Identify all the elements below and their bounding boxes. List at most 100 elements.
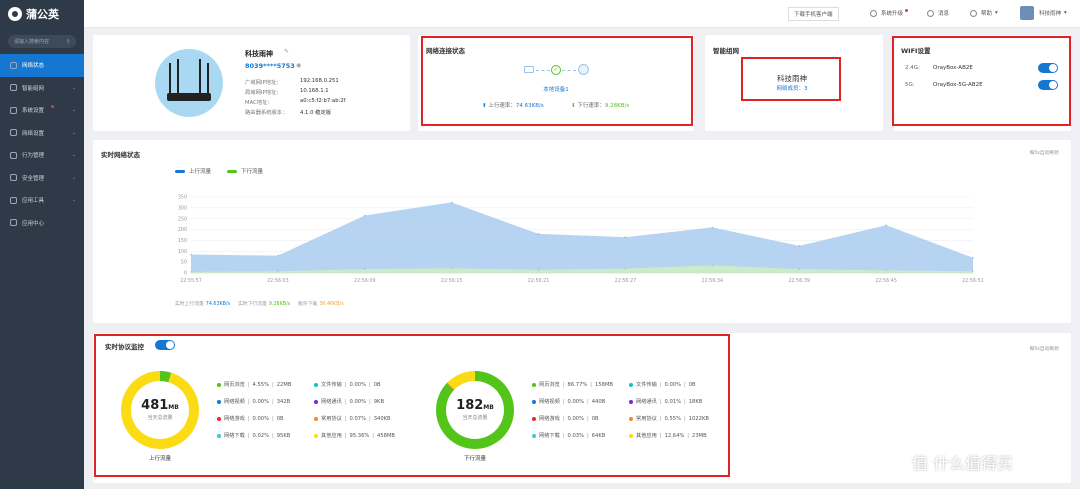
footer-stat: 实时上行流量 74.63KB/s [175,300,230,307]
footer-stat-label: 额外下载 [298,302,318,307]
sidebar-item-0[interactable]: 网络状态 [0,54,84,77]
sidebar-item-label: 应用工具 [22,198,45,205]
device-field-value: a0:c5:f2:b7:ab:2f [300,98,346,104]
y-tick-label: 200 [178,227,187,233]
nav-icon [10,84,17,92]
sidebar-item-6[interactable]: 应用工具 ⌄ [0,189,84,212]
chevron-down-icon: ⌄ [71,152,76,159]
x-tick-label: 22:56:51 [962,278,984,284]
data-point [885,269,887,272]
y-tick-label: 100 [178,249,187,255]
device-field-value: 4.1.0 稳定版 [300,110,332,116]
sidebar-search-input[interactable]: 请输入搜索内容 ⚲ [8,35,76,48]
data-point [277,270,279,273]
eye-icon[interactable]: ◉ [296,62,301,69]
sidebar-item-label: 系统设置 [22,108,45,115]
data-point [363,214,366,217]
data-point [624,236,627,238]
chevron-down-icon: ⌄ [71,174,76,181]
messages-label: 消息 [938,11,950,17]
annotation-box [892,36,1071,126]
realtime-card: 实时网络状态 每5s自动刷新 上行流量 下行流量 350 300 250 200 150… [93,140,1071,323]
help-icon [970,9,977,17]
data-point [711,226,714,229]
device-card: 科技雨神 ✎ 8039****5753 ◉ 广域网IP地址： 192.168.0.… [93,35,410,131]
logo-icon [8,7,22,21]
realtime-footer: 实时上行流量 74.63KB/s 实时下行流量 9.28KB/s 额外下载 36.46KB… [175,300,344,307]
system-upgrade-button[interactable]: 系统升级 [870,9,909,17]
footer-stat-label: 实时下行流量 [238,302,267,307]
watermark: 值 什么值得买 [912,454,1014,473]
footer-stat-value: 74.63KB/s [205,302,231,307]
app-name: 蒲公英 [26,8,59,21]
device-sn: 8039****5753 [245,62,295,70]
data-point [798,268,801,270]
router-image [155,49,223,117]
avatar [1020,6,1034,20]
data-point [190,253,192,256]
download-client-label: 下载手机客户端 [794,12,833,18]
chevron-down-icon: ⌄ [71,107,76,114]
chevron-down-icon: ▾ [995,10,998,16]
data-point [711,264,714,267]
upgrade-label: 系统升级 [881,11,904,17]
nav-icon [10,219,17,227]
data-point [450,267,453,270]
device-name: 科技雨神 [245,50,273,58]
upgrade-dot [905,9,909,12]
chevron-down-icon: ⌄ [71,197,76,204]
nav-icon [10,106,17,114]
upgrade-icon [870,9,877,17]
x-tick-label: 22:56:27 [615,278,637,284]
sidebar-item-7[interactable]: 应用中心 [0,212,84,235]
nav-icon [10,151,17,159]
protocol-refresh: 每5s自动刷新 [1029,347,1059,352]
chevron-down-icon: ⌄ [71,84,76,91]
download-client-button[interactable]: 下载手机客户端 [788,7,839,21]
user-name: 科技雨神 [1039,11,1062,17]
x-tick-label: 22:56:34 [702,278,724,284]
edit-icon[interactable]: ✎ [284,48,289,55]
data-point [624,267,627,270]
annotation-box [421,36,693,126]
data-point [450,201,453,204]
sidebar-item-4[interactable]: 行为管理 ⌄ [0,144,84,167]
footer-stat-label: 实时上行流量 [175,302,204,307]
device-field-value: 10.168.1.1 [300,88,329,94]
data-point [972,270,974,273]
annotation-box [94,334,730,477]
sidebar-item-1[interactable]: 智能组网 ⌄ [0,77,84,100]
messages-button[interactable]: 消息 [927,9,949,17]
data-point [363,268,366,270]
nav-icon [10,196,17,204]
x-tick-label: 22:55:57 [180,278,202,284]
top-bar: 下载手机客户端 系统升级 消息 帮助 ▾ 科技雨神 ▾ [84,0,1080,28]
footer-stat: 额外下载 36.46KB/s [298,300,344,307]
x-tick-label: 22:56:39 [788,278,810,284]
sidebar-nav: 网络状态智能组网 ⌄ 系统设置 ⌄ 网络设置 ⌄ 行为管理 ⌄ 安全管理 ⌄ 应用工具 ⌄ 应用中心 [0,54,84,234]
y-tick-label: 350 [178,195,187,201]
help-button[interactable]: 帮助 ▾ [970,9,998,17]
series-area-0 [191,202,973,273]
y-tick-label: 50 [181,260,187,266]
sidebar-item-label: 智能组网 [22,85,45,92]
app-logo[interactable]: 蒲公英 [0,0,84,28]
data-point [798,245,801,247]
data-point [277,254,279,257]
data-point [885,224,887,227]
user-menu[interactable]: 科技雨神 ▾ [1020,6,1067,20]
sidebar-item-2[interactable]: 系统设置 ⌄ [0,99,84,122]
sidebar-item-5[interactable]: 安全管理 ⌄ [0,167,84,190]
data-point [537,268,540,271]
device-field-key: 路由器系统版本： [245,110,288,116]
x-tick-label: 22:56:45 [875,278,897,284]
search-icon: ⚲ [66,38,70,45]
nav-icon [10,61,17,69]
y-tick-label: 250 [178,216,187,222]
x-tick-label: 22:56:21 [528,278,550,284]
footer-stat-value: 9.28KB/s [268,302,291,307]
sidebar-item-3[interactable]: 网络设置 ⌄ [0,122,84,145]
nav-icon [10,174,17,182]
search-placeholder: 请输入搜索内容 [14,39,50,45]
chevron-down-icon: ▾ [1064,10,1067,16]
